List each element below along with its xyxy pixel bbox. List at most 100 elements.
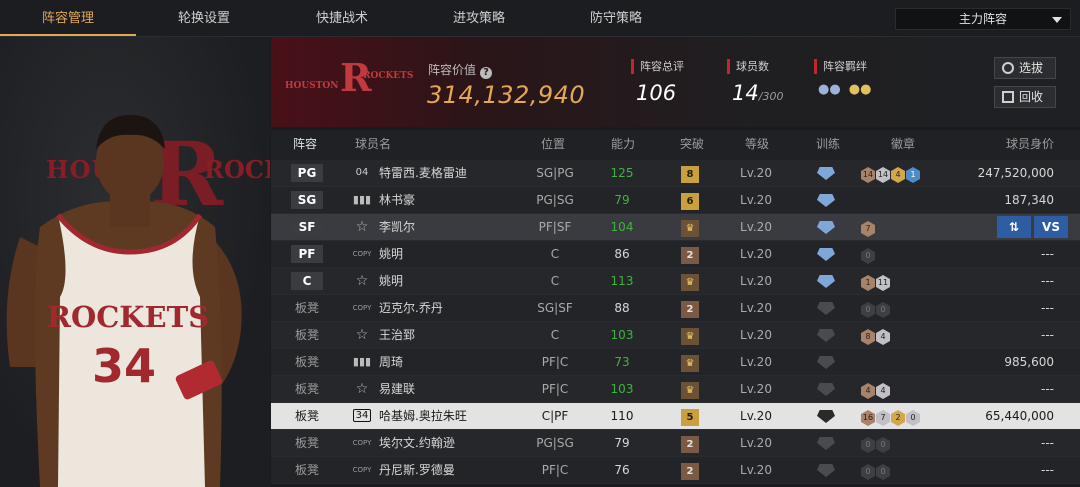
player-value: 65,440,000: [985, 409, 1054, 423]
stat-players: 球员数 14/300: [727, 59, 783, 105]
slot-cell: 板凳: [291, 322, 323, 348]
player-position: SG|SF: [537, 301, 573, 315]
training-cell[interactable]: [811, 376, 841, 402]
slot-label: SF: [291, 218, 323, 236]
tab-offense[interactable]: 进攻策略: [412, 0, 546, 36]
player-value: 247,520,000: [977, 166, 1054, 180]
player-level: Lv.20: [740, 409, 772, 423]
table-row[interactable]: 板凳 ☆ 易建联 PF|C 103 ♛ Lv.20 4 4 ---: [271, 376, 1080, 403]
player-name[interactable]: 王治郅: [379, 322, 519, 348]
training-shield-icon: [817, 356, 835, 369]
col-ovr[interactable]: 能力: [611, 130, 635, 159]
badge-icon: 4: [891, 167, 905, 183]
training-cell[interactable]: [811, 241, 841, 267]
player-name[interactable]: 哈基姆.奥拉朱旺: [379, 403, 519, 429]
badge-icon: 8: [861, 329, 875, 345]
player-name[interactable]: 迈克尔.乔丹: [379, 295, 519, 321]
player-name[interactable]: 姚明: [379, 268, 519, 294]
tab-rotation[interactable]: 轮换设置: [136, 0, 272, 36]
badge-icon: 16: [861, 410, 875, 426]
table-row[interactable]: 板凳 COPY 埃尔文.约翰逊 PG|SG 79 2 Lv.20 0 0 ---: [271, 430, 1080, 457]
player-name[interactable]: 易建联: [379, 376, 519, 402]
player-name[interactable]: 埃尔文.约翰逊: [379, 430, 519, 456]
col-break[interactable]: 突破: [680, 130, 704, 159]
col-value[interactable]: 球员身价: [1006, 130, 1054, 159]
player-name[interactable]: 特雷西.麦格雷迪: [379, 160, 519, 186]
player-ovr: 125: [610, 166, 634, 180]
training-cell[interactable]: [811, 187, 841, 213]
star-card-icon: ☆: [355, 327, 369, 343]
bars-card-icon: ▮▮▮: [352, 355, 372, 368]
badge-icon: 0: [906, 410, 920, 426]
player-name[interactable]: 林书豪: [379, 187, 519, 213]
training-shield-icon: [817, 464, 835, 477]
slot-label: C: [291, 272, 323, 290]
table-row[interactable]: C ☆ 姚明 C 113 ♛ Lv.20 1 11 ---: [271, 268, 1080, 295]
team-header: HOUSTON R ROCKETS 阵容价值? 314,132,940 阵容总评…: [271, 37, 1080, 127]
bond-people-icon[interactable]: ●●: [818, 82, 841, 97]
training-cell[interactable]: [811, 349, 841, 375]
col-pos[interactable]: 位置: [541, 130, 565, 159]
col-name[interactable]: 球员名: [355, 130, 391, 159]
lineup-select[interactable]: 主力阵容: [895, 8, 1071, 30]
draft-button[interactable]: 选拔: [994, 57, 1056, 79]
col-level[interactable]: 等级: [745, 130, 769, 159]
player-name[interactable]: 姚明: [379, 241, 519, 267]
breakthrough-badge: 2: [681, 463, 699, 480]
slot-cell: 板凳: [291, 403, 323, 429]
table-row[interactable]: SF ☆ 李凯尔 PF|SF 104 ♛ Lv.20 7 ⇅ VS: [271, 214, 1080, 241]
swap-actions: ⇅ VS: [994, 216, 1068, 238]
copy-card-icon: COPY: [352, 466, 372, 474]
player-level: Lv.20: [740, 220, 772, 234]
swap-button[interactable]: ⇅: [997, 216, 1031, 238]
player-position: PG|SG: [536, 436, 574, 450]
player-name[interactable]: 丹尼斯.罗德曼: [379, 457, 519, 483]
player-value: ---: [1041, 436, 1054, 450]
table-row[interactable]: 板凳 COPY 迈克尔.乔丹 SG|SF 88 2 Lv.20 0 0 ---: [271, 295, 1080, 322]
logo-text-left: HOUSTON: [285, 81, 338, 91]
player-level: Lv.20: [740, 274, 772, 288]
training-cell[interactable]: [811, 322, 841, 348]
recycle-button[interactable]: 回收: [994, 86, 1056, 108]
table-row[interactable]: 板凳 ☆ 王治郅 C 103 ♛ Lv.20 8 4 ---: [271, 322, 1080, 349]
table-row[interactable]: 板凳 COPY 丹尼斯.罗德曼 PF|C 76 2 Lv.20 0 0 ---: [271, 457, 1080, 484]
training-cell[interactable]: [811, 160, 841, 186]
slot-label: 板凳: [294, 436, 319, 450]
training-cell[interactable]: [811, 214, 841, 240]
help-icon[interactable]: ?: [480, 67, 493, 79]
vs-button[interactable]: VS: [1034, 216, 1068, 238]
training-cell[interactable]: [811, 430, 841, 456]
col-slot[interactable]: 阵容: [293, 130, 317, 159]
player-position: C: [550, 247, 560, 261]
badge-icon: 0: [861, 464, 875, 480]
tab-defense[interactable]: 防守策略: [546, 0, 686, 36]
col-badges[interactable]: 徽章: [891, 130, 915, 159]
training-cell[interactable]: [811, 295, 841, 321]
tab-tactics[interactable]: 快捷战术: [272, 0, 412, 36]
table-row[interactable]: PG 04 特雷西.麦格雷迪 SG|PG 125 8 Lv.20 14 14 4 1 247,520,…: [271, 160, 1080, 187]
player-portrait: HOUS R ROCK ROCKETS 34: [0, 37, 270, 487]
stat-players-value: 14/300: [732, 81, 784, 105]
col-train[interactable]: 训练: [816, 130, 840, 159]
training-cell[interactable]: [811, 403, 841, 429]
player-name[interactable]: 李凯尔: [379, 214, 519, 240]
player-name[interactable]: 周琦: [379, 349, 519, 375]
table-row[interactable]: PF COPY 姚明 C 86 2 Lv.20 0 ---: [271, 241, 1080, 268]
player-level: Lv.20: [740, 355, 772, 369]
training-cell[interactable]: [811, 268, 841, 294]
copy-card-icon: COPY: [352, 439, 372, 447]
lineup-value: 314,132,940: [427, 81, 586, 109]
training-cell[interactable]: [811, 457, 841, 483]
star-card-icon: ☆: [355, 273, 369, 289]
card-type: ☆: [351, 214, 373, 240]
bond-gold-icon[interactable]: ●●: [849, 82, 872, 97]
slot-label: 板凳: [294, 382, 319, 396]
player-level: Lv.20: [740, 166, 772, 180]
table-row[interactable]: 板凳 34 哈基姆.奥拉朱旺 C|PF 110 5 Lv.20 16 7 2 0 65,440,000: [271, 403, 1080, 430]
table-row[interactable]: 板凳 ▮▮▮ 周琦 PF|C 73 ♛ Lv.20 985,600: [271, 349, 1080, 376]
player-ovr: 110: [610, 409, 634, 423]
tab-lineup[interactable]: 阵容管理: [0, 0, 136, 36]
table-row[interactable]: SG ▮▮▮ 林书豪 PG|SG 79 6 Lv.20 187,340: [271, 187, 1080, 214]
card-type: ▮▮▮: [351, 349, 373, 375]
breakthrough-badge: ♛: [681, 274, 699, 291]
